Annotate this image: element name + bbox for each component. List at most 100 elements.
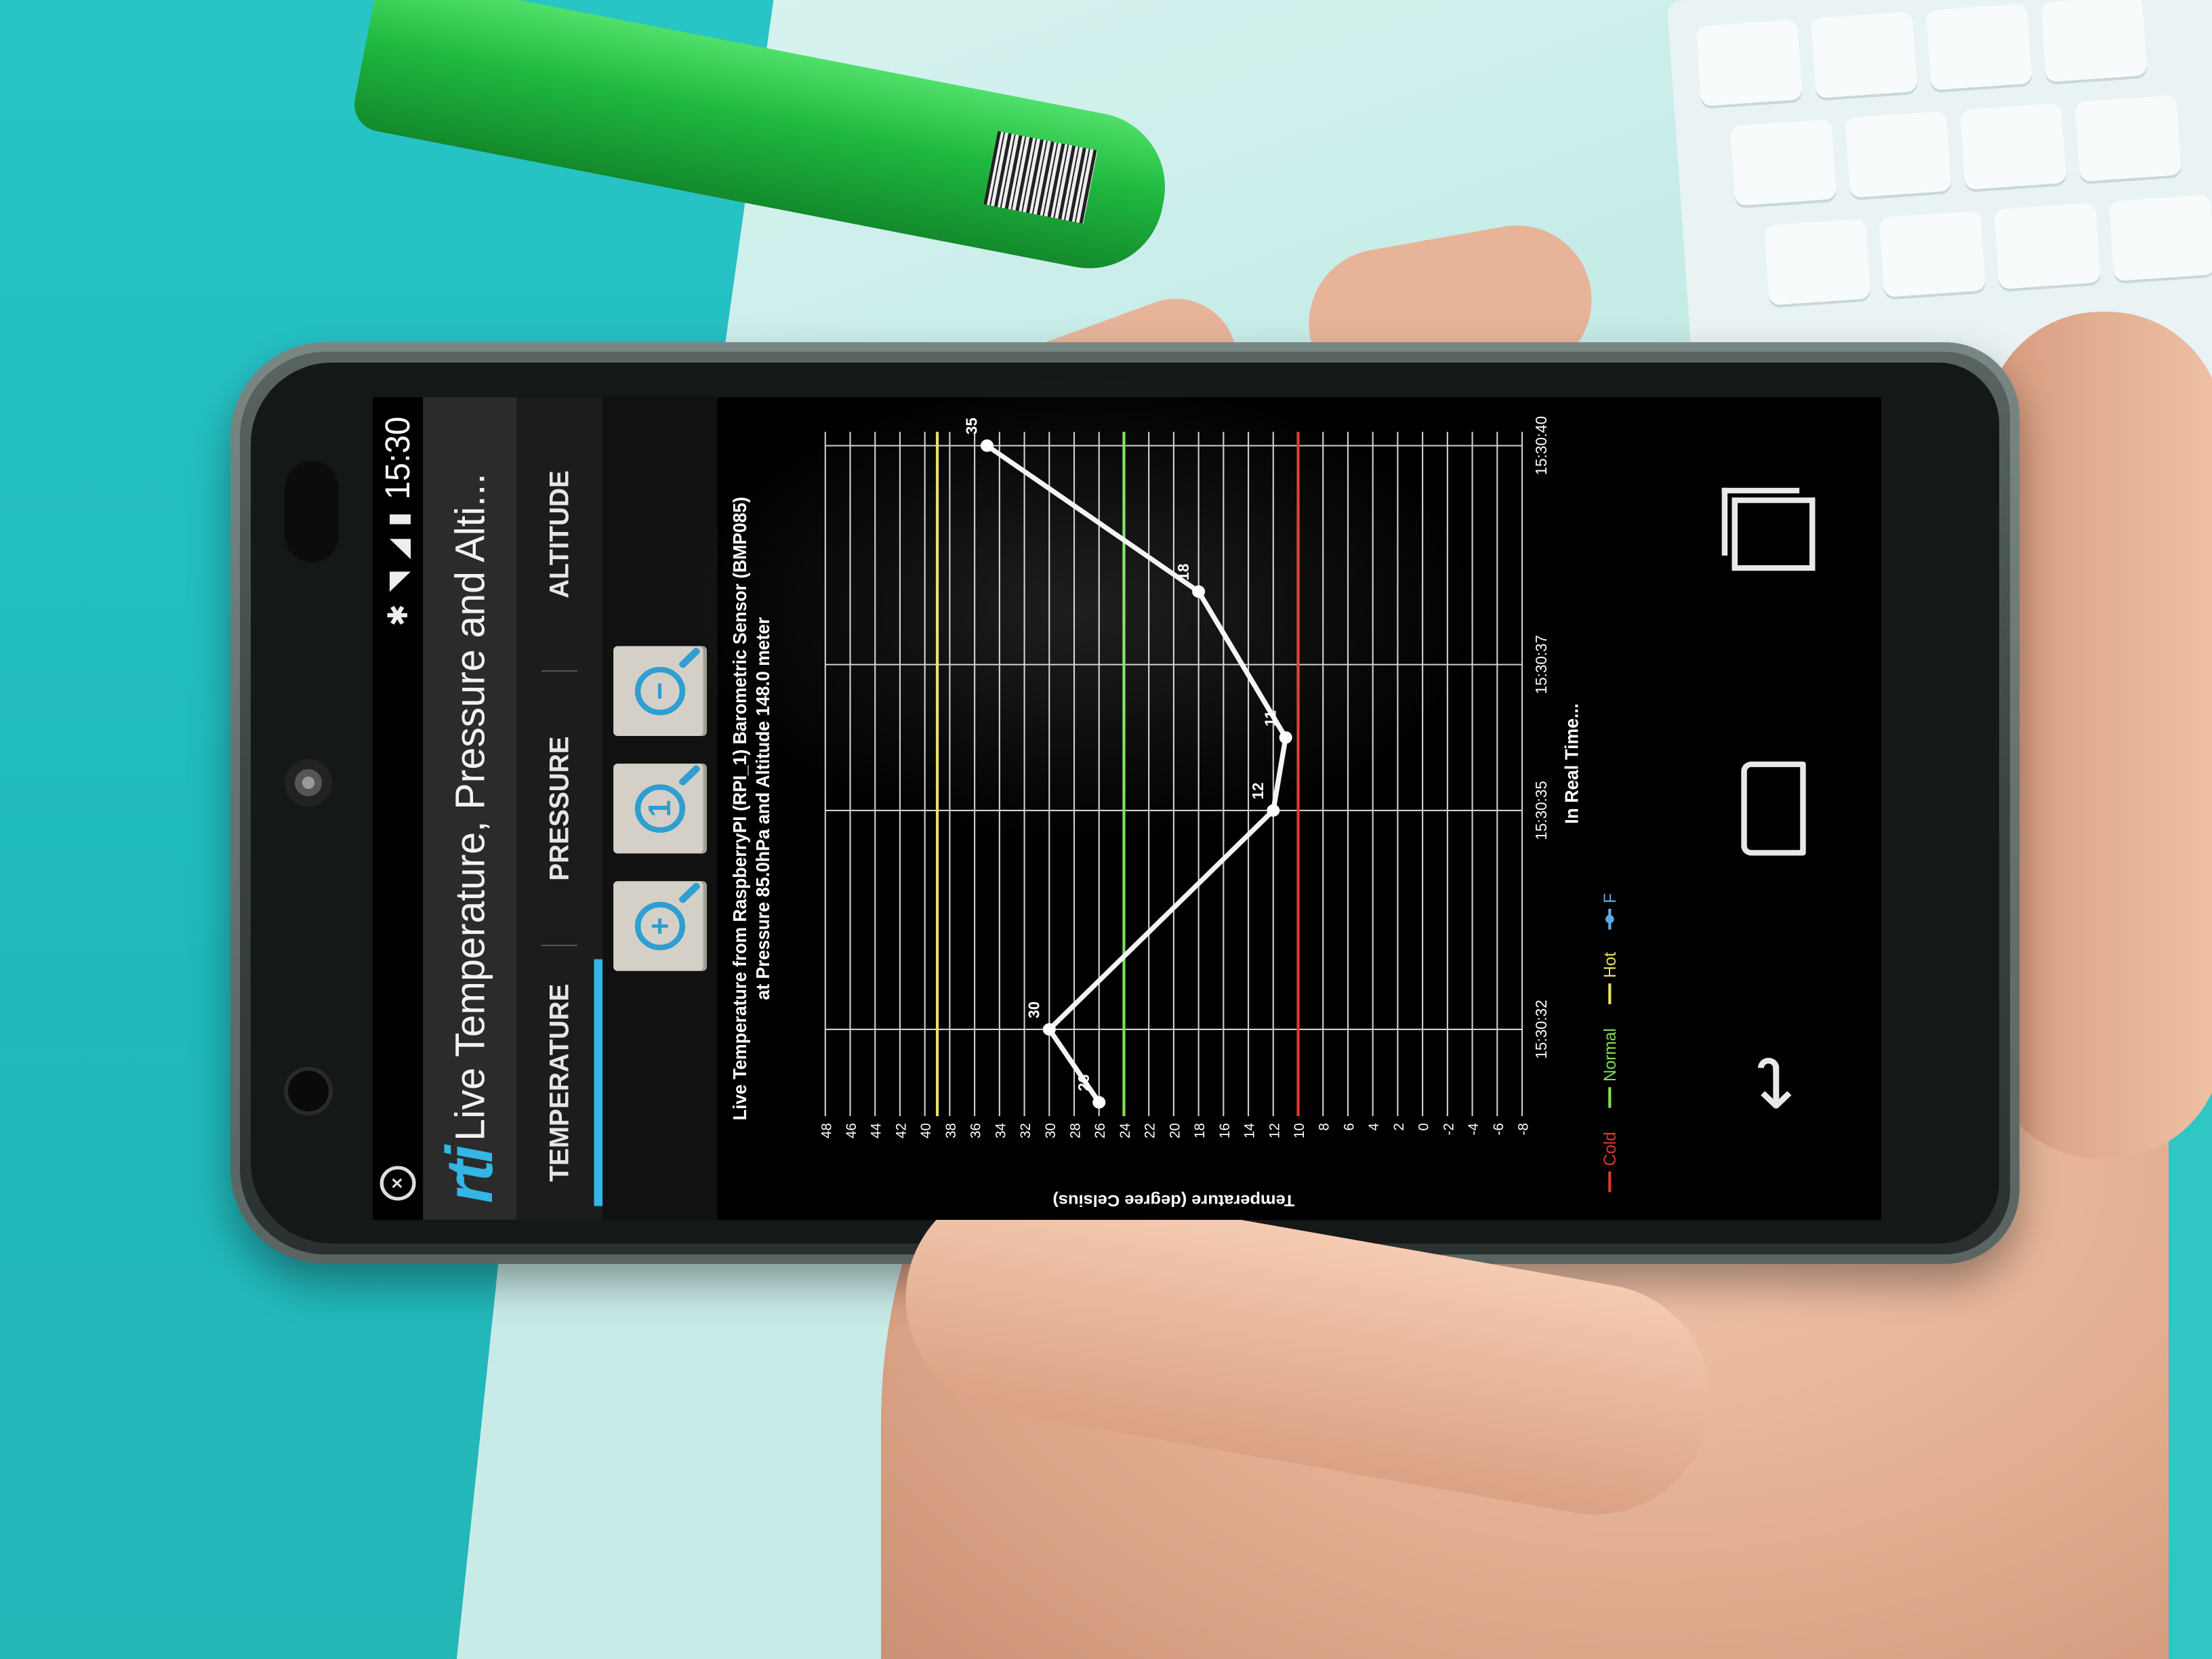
keyboard-key: [1994, 202, 2101, 289]
bluetooth-icon: ✱: [383, 604, 413, 627]
keyboard-key: [2108, 194, 2212, 282]
signal-icon: ◢: [383, 539, 413, 560]
data-point: [1267, 804, 1280, 817]
data-point: [1279, 731, 1292, 744]
data-point: [1042, 1023, 1056, 1036]
recent-apps-button[interactable]: [1723, 486, 1824, 583]
x-tick-label: 15:30:37: [1532, 635, 1550, 694]
keyboard-key: [1763, 218, 1871, 306]
y-tick-label: 18: [1192, 1123, 1208, 1139]
y-tick-label: 6: [1341, 1123, 1357, 1130]
y-tick-label: 10: [1292, 1123, 1307, 1139]
chart-svg: Live Temperature from RaspberryPI (RPI_1…: [730, 416, 1620, 1210]
y-tick-label: 38: [943, 1123, 959, 1139]
status-bar: ✕ ✱ ◥ ◢ ▮ 15:30: [373, 397, 424, 1221]
data-label: 11: [1261, 710, 1279, 726]
y-tick-label: 42: [893, 1123, 909, 1139]
status-time: 15:30: [379, 416, 417, 500]
tab-pressure[interactable]: PRESSURE: [516, 672, 602, 946]
y-tick-label: 8: [1316, 1123, 1332, 1130]
app-logo[interactable]: rti: [432, 1148, 507, 1204]
battery-icon: ▮: [383, 512, 413, 527]
zoom-reset-icon: 1: [634, 784, 686, 833]
legend-marker: [1605, 915, 1614, 924]
x-tick-label: 15:30:35: [1532, 781, 1550, 840]
recent-apps-icon: [1732, 497, 1816, 571]
keyboard-key: [1879, 210, 1986, 298]
keyboard-key: [2040, 0, 2148, 83]
y-tick-label: 12: [1267, 1123, 1282, 1139]
status-left: ✕: [380, 1166, 416, 1201]
zoom-out-button[interactable]: −: [613, 646, 707, 736]
data-point: [980, 439, 994, 452]
tab-temperature[interactable]: TEMPERATURE: [516, 945, 602, 1220]
tab-label: TEMPERATURE: [544, 983, 575, 1182]
phone-speaker: [285, 759, 332, 806]
y-tick-label: -4: [1466, 1123, 1481, 1135]
phone-earpiece: [285, 461, 339, 562]
y-tick-label: 20: [1167, 1123, 1183, 1139]
legend-label: Hot: [1600, 952, 1620, 978]
temperature-chart[interactable]: Live Temperature from RaspberryPI (RPI_1…: [717, 397, 1652, 1221]
tab-altitude[interactable]: ALTITUDE: [516, 397, 602, 672]
x-tick-label: 15:30:40: [1532, 416, 1550, 475]
app-screen: ✕ ✱ ◥ ◢ ▮ 15:30 rti Live Temperature, Pr…: [373, 397, 1881, 1221]
chart-title: Live Temperature from RaspberryPI (RPI_1…: [730, 497, 751, 1120]
y-tick-label: 36: [968, 1123, 983, 1139]
phone-screen: ✕ ✱ ◥ ◢ ▮ 15:30 rti Live Temperature, Pr…: [373, 0, 1881, 1221]
data-point: [1092, 1096, 1106, 1109]
y-tick-label: 4: [1366, 1123, 1382, 1130]
keyboard-key: [1696, 19, 1803, 106]
keyboard-key: [1810, 11, 1918, 99]
keyboard-key: [1959, 102, 2067, 190]
keyboard-key: [1925, 3, 2033, 91]
keyboard-key: [1845, 110, 1952, 198]
status-right: ✱ ◥ ◢ ▮ 15:30: [378, 417, 417, 626]
app-title: Live Temperature, Pressure and Alti...: [446, 473, 493, 1141]
y-tick-label: 14: [1242, 1123, 1257, 1139]
y-tick-label: 0: [1416, 1123, 1431, 1130]
no-sim-icon: ✕: [380, 1166, 416, 1201]
zoom-controls: + 1 −: [602, 397, 718, 1221]
legend-label: Normal: [1600, 1028, 1620, 1082]
home-button[interactable]: [1723, 760, 1824, 857]
y-axis-label: Temperature (degree Celsius): [1052, 1191, 1294, 1209]
legend-label: Cold: [1600, 1132, 1620, 1166]
tab-label: ALTITUDE: [544, 470, 575, 598]
y-tick-label: 22: [1142, 1123, 1158, 1139]
y-tick-label: 28: [1067, 1123, 1083, 1139]
y-tick-label: 44: [868, 1123, 884, 1139]
y-tick-label: 30: [1042, 1123, 1058, 1139]
chart-subtitle: at Pressure 85.0hPa and Altitude 148.0 m…: [753, 617, 774, 1000]
zoom-in-icon: +: [634, 901, 686, 951]
back-icon[interactable]: ↩: [1723, 1034, 1824, 1131]
tab-bar: TEMPERATURE PRESSURE ALTITUDE: [516, 397, 603, 1221]
data-label: 30: [1025, 1002, 1042, 1019]
y-tick-label: -6: [1490, 1123, 1506, 1135]
keyboard-key: [1729, 119, 1837, 206]
y-tick-label: -8: [1515, 1123, 1531, 1135]
y-tick-label: 2: [1391, 1123, 1407, 1130]
action-bar: rti Live Temperature, Pressure and Alti.…: [423, 397, 516, 1221]
x-axis-label: In Real Time...: [1561, 703, 1582, 824]
zoom-in-button[interactable]: +: [613, 881, 707, 971]
data-point: [1192, 585, 1206, 598]
y-tick-label: 32: [1018, 1123, 1033, 1139]
data-label: 26: [1074, 1074, 1092, 1091]
data-label: 35: [962, 417, 980, 434]
home-icon: [1741, 761, 1806, 856]
data-label: 12: [1249, 783, 1267, 800]
zoom-reset-button[interactable]: 1: [613, 763, 707, 854]
keyboard-key: [2074, 95, 2182, 182]
zoom-out-icon: −: [634, 667, 686, 716]
y-tick-label: 16: [1216, 1123, 1232, 1139]
wifi-icon: ◥: [383, 571, 413, 592]
phone-front-camera: [288, 1071, 329, 1111]
tab-label: PRESSURE: [544, 736, 575, 881]
y-tick-label: -2: [1441, 1123, 1456, 1135]
y-tick-label: 24: [1118, 1123, 1133, 1139]
y-tick-label: 34: [993, 1123, 1008, 1139]
y-tick-label: 40: [918, 1123, 934, 1139]
y-tick-label: 26: [1092, 1123, 1108, 1139]
hand-finger: [1986, 312, 2212, 1159]
